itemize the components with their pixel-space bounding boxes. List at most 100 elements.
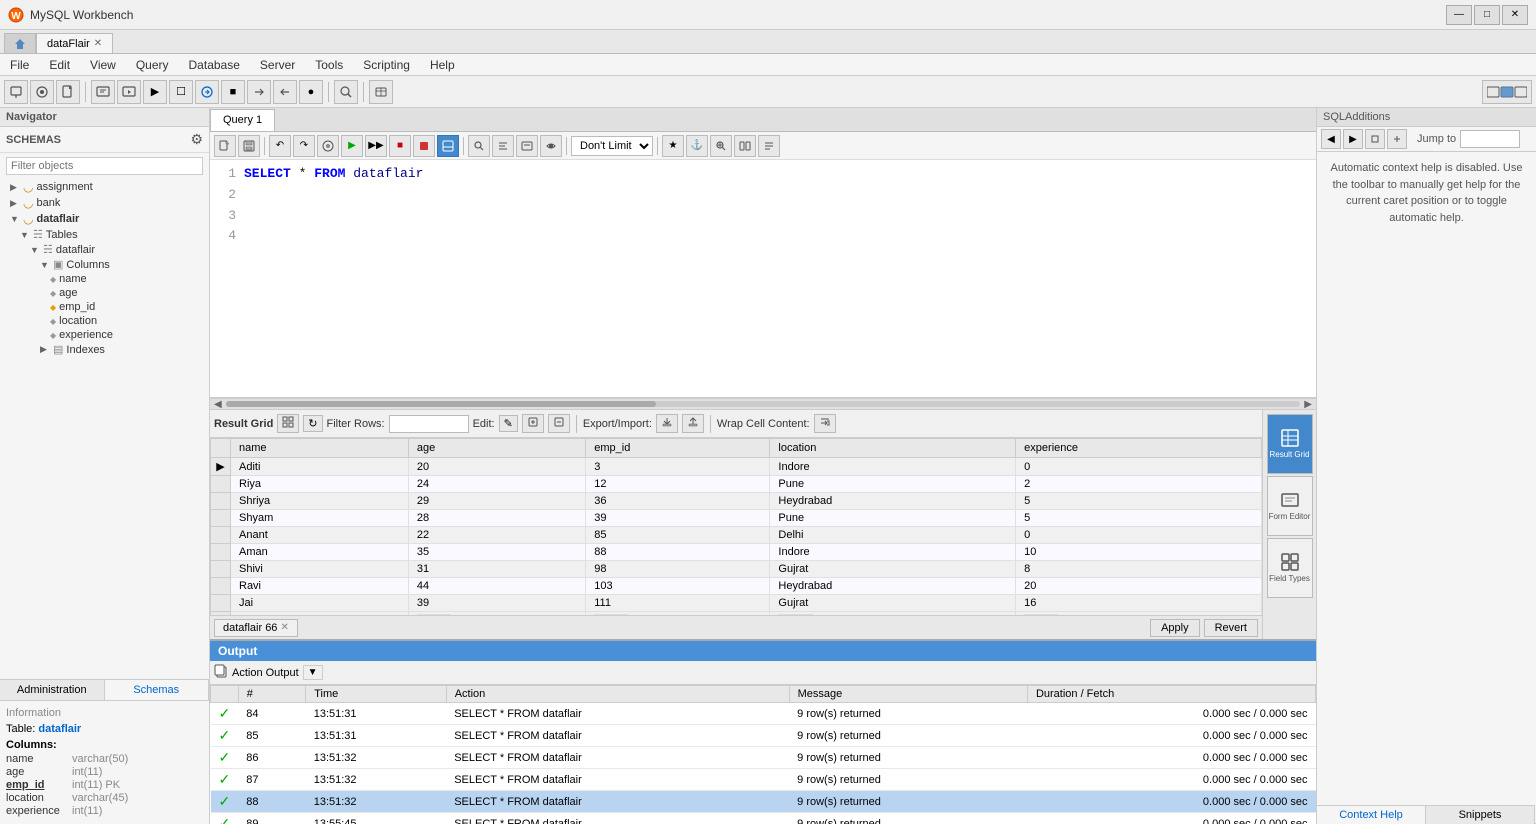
stop-button[interactable]: ■ (389, 135, 411, 157)
form-editor-side-btn[interactable]: Form Editor (1267, 476, 1313, 536)
stop-all-button[interactable] (413, 135, 435, 157)
star-button[interactable]: ★ (662, 135, 684, 157)
output-col-num[interactable]: # (238, 686, 305, 703)
query-editor[interactable]: 1 2 3 4 SELECT * FROM dataflair (210, 160, 1316, 398)
execute-button[interactable]: ▶ (341, 135, 363, 157)
query-button-2[interactable] (117, 80, 141, 104)
bookmark-button[interactable]: ⚓ (686, 135, 708, 157)
result-grid[interactable]: name age emp_id location experience ▶ Ad… (210, 438, 1262, 615)
close-button[interactable]: ✕ (1502, 5, 1528, 25)
wrap-cell-btn[interactable] (814, 414, 836, 433)
visibility-button[interactable] (540, 135, 562, 157)
save-file-button[interactable] (238, 135, 260, 157)
table-row[interactable]: Ravi 44 103 Heydrabad 20 (211, 578, 1262, 595)
query-button-4[interactable]: ☐ (169, 80, 193, 104)
filter-input[interactable] (6, 157, 203, 175)
edit-btn-1[interactable]: ✎ (499, 415, 518, 432)
schema-tables[interactable]: ▼ ☵ Tables (0, 227, 209, 242)
apply-button[interactable]: Apply (1150, 619, 1200, 637)
beautify-button[interactable] (492, 135, 514, 157)
schemas-action-button[interactable]: ⚙ (190, 131, 203, 148)
tab-close-icon[interactable]: ✕ (94, 38, 102, 49)
explain-button[interactable] (317, 135, 339, 157)
toggle-panel-button[interactable] (1482, 80, 1532, 104)
open-script-button[interactable] (56, 80, 80, 104)
query-button-9[interactable]: ● (299, 80, 323, 104)
col-header-experience[interactable]: experience (1016, 439, 1262, 458)
inspector-button[interactable] (369, 80, 393, 104)
table-row[interactable]: Jai 39 111 Gujrat 16 (211, 595, 1262, 612)
menu-server[interactable]: Server (250, 56, 305, 74)
menu-query[interactable]: Query (126, 56, 179, 74)
undo-button[interactable]: ↶ (269, 135, 291, 157)
column-emp-id[interactable]: ◆ emp_id (0, 300, 209, 314)
horizontal-scrollbar[interactable]: ◀ ▶ (210, 398, 1316, 410)
indexes-group[interactable]: ▶ ▤ Indexes (0, 342, 209, 357)
result-refresh-btn[interactable]: ↻ (303, 415, 322, 432)
zoom-button[interactable] (710, 135, 732, 157)
execute-all-button[interactable]: ▶▶ (365, 135, 387, 157)
maximize-button[interactable]: □ (1474, 5, 1500, 25)
output-col-duration[interactable]: Duration / Fetch (1027, 686, 1315, 703)
output-table-wrapper[interactable]: # Time Action Message Duration / Fetch ✓… (210, 685, 1316, 824)
query-button-1[interactable] (91, 80, 115, 104)
edit-btn-2[interactable] (522, 414, 544, 433)
edit-btn-3[interactable] (548, 414, 570, 433)
output-row[interactable]: ✓ 85 13:51:31 SELECT * FROM dataflair 9 … (211, 725, 1316, 747)
table-row[interactable]: ▶ Aditi 20 3 Indore 0 (211, 458, 1262, 476)
dataflair-tab[interactable]: dataFlair ✕ (36, 33, 113, 53)
menu-view[interactable]: View (80, 56, 126, 74)
table-row[interactable]: Riya 24 12 Pune 2 (211, 476, 1262, 493)
table-row[interactable]: Anant 22 85 Delhi 0 (211, 527, 1262, 544)
context-help-tab[interactable]: Context Help (1317, 806, 1426, 824)
action-output-dropdown[interactable]: ▼ (303, 665, 323, 680)
result-grid-side-btn[interactable]: Result Grid (1267, 414, 1313, 474)
field-types-side-btn[interactable]: Field Types (1267, 538, 1313, 598)
sa-btn-4[interactable] (1387, 129, 1407, 149)
query-button-6[interactable]: ■ (221, 80, 245, 104)
column-name[interactable]: ◆ name (0, 272, 209, 286)
sa-next-btn[interactable]: ▶ (1343, 129, 1363, 149)
col-header-age[interactable]: age (408, 439, 585, 458)
home-tab[interactable] (4, 33, 36, 53)
col-header-location[interactable]: location (770, 439, 1016, 458)
redo-button[interactable]: ↷ (293, 135, 315, 157)
output-row[interactable]: ✓ 88 13:51:32 SELECT * FROM dataflair 9 … (211, 791, 1316, 813)
menu-edit[interactable]: Edit (39, 56, 80, 74)
output-row[interactable]: ✓ 86 13:51:32 SELECT * FROM dataflair 9 … (211, 747, 1316, 769)
limit-select[interactable]: Don't Limit (571, 136, 653, 156)
table-row[interactable]: Shivi 31 98 Gujrat 8 (211, 561, 1262, 578)
wrap-button[interactable] (516, 135, 538, 157)
menu-help[interactable]: Help (420, 56, 465, 74)
schema-item-assignment[interactable]: ▶ ◡ assignment (0, 179, 209, 195)
schema-item-dataflair[interactable]: ▼ ◡ dataflair (0, 211, 209, 227)
query-tab-1[interactable]: Query 1 (210, 109, 275, 131)
schema-item-bank[interactable]: ▶ ◡ bank (0, 195, 209, 211)
editor-content[interactable]: SELECT * FROM dataflair (244, 164, 1312, 393)
sa-btn-3[interactable] (1365, 129, 1385, 149)
word-wrap-button[interactable] (758, 135, 780, 157)
query-button-5[interactable] (195, 80, 219, 104)
tab-administration[interactable]: Administration (0, 680, 105, 700)
sa-prev-btn[interactable]: ◀ (1321, 129, 1341, 149)
col-header-name[interactable]: name (231, 439, 409, 458)
query-button-7[interactable] (247, 80, 271, 104)
minimize-button[interactable]: — (1446, 5, 1472, 25)
column-experience[interactable]: ◆ experience (0, 328, 209, 342)
scroll-right-icon[interactable]: ▶ (1304, 399, 1312, 410)
toggle-output-button[interactable] (437, 135, 459, 157)
column-age[interactable]: ◆ age (0, 286, 209, 300)
output-col-time[interactable]: Time (306, 686, 447, 703)
open-file-button[interactable] (214, 135, 236, 157)
output-row[interactable]: ✓ 84 13:51:31 SELECT * FROM dataflair 9 … (211, 703, 1316, 725)
tab-schemas[interactable]: Schemas (105, 680, 210, 700)
search-button[interactable] (334, 80, 358, 104)
output-row[interactable]: ✓ 87 13:51:32 SELECT * FROM dataflair 9 … (211, 769, 1316, 791)
table-dataflair[interactable]: ▼ ☵ dataflair (0, 242, 209, 257)
table-row[interactable]: Shyam 28 39 Pune 5 (211, 510, 1262, 527)
import-btn[interactable] (682, 414, 704, 433)
output-col-action[interactable]: Action (446, 686, 789, 703)
snippets-tab[interactable]: Snippets (1426, 806, 1535, 824)
export-btn[interactable] (656, 414, 678, 433)
revert-button[interactable]: Revert (1204, 619, 1258, 637)
